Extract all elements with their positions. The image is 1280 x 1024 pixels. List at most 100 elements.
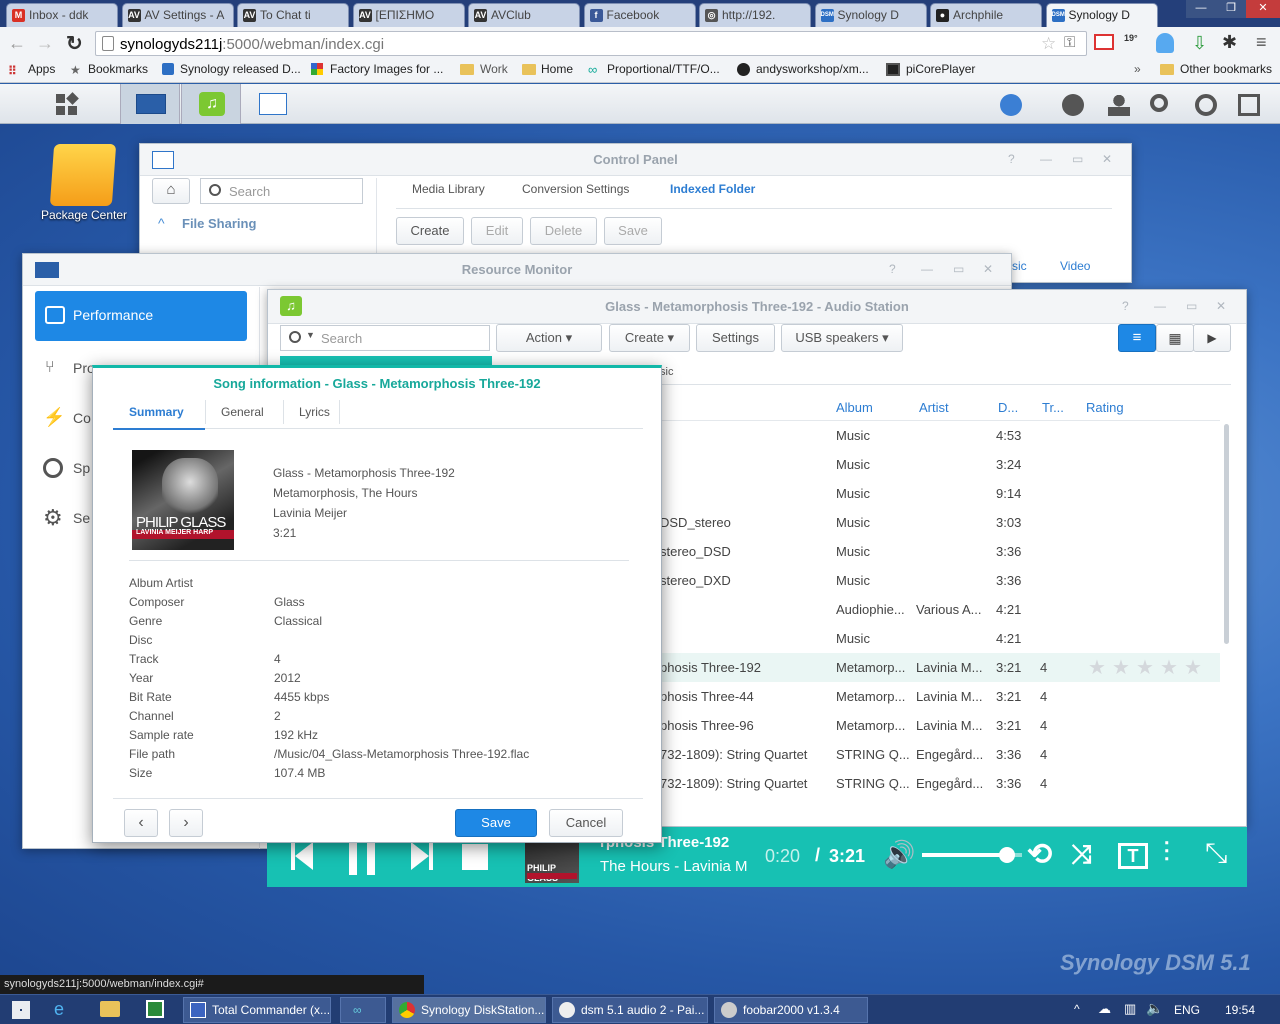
minimize-icon[interactable]: — (921, 262, 933, 276)
tab-media-library[interactable]: Media Library (412, 182, 485, 196)
search-icon[interactable] (1150, 94, 1168, 112)
menu-item-performance[interactable]: Performance (35, 291, 247, 341)
main-menu-button[interactable] (38, 84, 98, 124)
dashboard-icon[interactable] (1195, 94, 1217, 116)
table-row[interactable]: phosis Three-44 Metamorp... Lavinia M... 3:… (660, 682, 1220, 711)
language-indicator[interactable]: ENG (1174, 1003, 1200, 1017)
action-button[interactable]: Action ▾ (496, 324, 602, 352)
bookmark-proportional[interactable]: Proportional/TTF/O... (607, 62, 720, 76)
table-row[interactable]: Music 9:14 (660, 479, 1220, 508)
table-row[interactable]: DSD_stereo Music 3:03 (660, 508, 1220, 537)
browser-tab[interactable]: ◎ http://192. (699, 3, 811, 27)
next-song-button[interactable]: › (169, 809, 203, 837)
close-window-button[interactable]: ✕ (1246, 0, 1280, 18)
bookmark-home[interactable]: Home (541, 62, 573, 76)
taskbar-paint[interactable]: dsm 5.1 audio 2 - Pai... (552, 997, 708, 1023)
file-sharing-section[interactable]: File Sharing (182, 216, 256, 231)
clock[interactable]: 19:54 (1225, 1003, 1255, 1017)
home-button[interactable]: ⌂ (152, 178, 190, 204)
control-panel-search[interactable]: Search (200, 178, 363, 204)
table-row[interactable]: stereo_DXD Music 3:36 (660, 566, 1220, 595)
browser-tab[interactable]: AV To Chat ti (237, 3, 349, 27)
shuffle-icon[interactable]: ⤨ (1071, 839, 1092, 871)
lyrics-icon[interactable]: T (1118, 843, 1148, 869)
browser-tab[interactable]: DSM Synology D (814, 3, 927, 27)
help-icon[interactable]: ? (889, 262, 896, 276)
browser-tab[interactable]: ● Archphile (930, 3, 1042, 27)
close-icon[interactable]: ✕ (983, 262, 993, 276)
create-button[interactable]: Create (396, 217, 464, 245)
bookmark-picoreplayer[interactable]: piCorePlayer (906, 62, 975, 76)
tray-up-icon[interactable]: ^ (1074, 1002, 1080, 1016)
bookmark-synology[interactable]: Synology released D... (180, 62, 301, 76)
close-icon[interactable]: ✕ (1216, 299, 1226, 313)
start-icon[interactable] (12, 1001, 30, 1019)
chevron-up-icon[interactable]: ^ (158, 215, 165, 231)
rating-star-icon[interactable]: ★ (1184, 655, 1202, 680)
table-row[interactable]: phosis Three-192 Metamorp... Lavinia M... 3… (660, 653, 1220, 682)
back-icon[interactable]: ← (8, 33, 26, 54)
bookmark-bookmarks[interactable]: Bookmarks (88, 62, 148, 76)
tab-indexed-folder[interactable]: Indexed Folder (670, 182, 755, 196)
edit-button[interactable]: Edit (471, 217, 523, 245)
column-duration[interactable]: D... (998, 400, 1018, 415)
bookmark-andysworkshop[interactable]: andysworkshop/xm... (756, 62, 869, 76)
reload-icon[interactable]: ↻ (66, 31, 83, 56)
previous-song-button[interactable]: ‹ (124, 809, 158, 837)
bookmark-apps[interactable]: Apps (28, 62, 55, 76)
sync-icon[interactable] (1000, 94, 1022, 116)
tab-conversion-settings[interactable]: Conversion Settings (522, 182, 629, 196)
cancel-button[interactable]: Cancel (549, 809, 623, 837)
column-album[interactable]: Album (836, 400, 873, 415)
restore-button[interactable]: ❐ (1216, 0, 1246, 18)
browser-tab[interactable]: AV AV Settings - A (121, 3, 234, 27)
help-icon[interactable]: ? (1008, 152, 1015, 166)
repeat-icon[interactable]: ⟲ (1027, 837, 1052, 872)
address-bar[interactable]: synologyds211j:5000/webman/index.cgi ☆ ⚿ (95, 31, 1087, 56)
chat-icon[interactable] (1062, 94, 1084, 116)
column-track[interactable]: Tr... (1042, 400, 1064, 415)
bookmark-factory-images[interactable]: Factory Images for ... (330, 62, 443, 76)
minimize-icon[interactable]: — (1040, 152, 1052, 166)
volume-knob[interactable] (999, 847, 1015, 863)
rating-star-icon[interactable]: ★ (1112, 655, 1130, 680)
delete-button[interactable]: Delete (530, 217, 597, 245)
audio-search-input[interactable]: ▼ Search (280, 325, 490, 351)
table-row[interactable]: Music 3:24 (660, 450, 1220, 479)
table-row[interactable]: stereo_DSD Music 3:36 (660, 537, 1220, 566)
menu-icon[interactable]: ≡ (1256, 32, 1267, 53)
gmail-icon[interactable] (1094, 34, 1114, 50)
save-button[interactable]: Save (455, 809, 537, 837)
pause-button[interactable] (349, 839, 357, 875)
save-button[interactable]: Save (604, 217, 662, 245)
stop-button[interactable] (462, 844, 488, 870)
table-row[interactable]: phosis Three-96 Metamorp... Lavinia M... 3:… (660, 711, 1220, 740)
audio-station-taskbar-button[interactable]: ♫ (181, 84, 241, 124)
close-icon[interactable]: ✕ (1102, 152, 1112, 166)
speaker-icon[interactable]: 🔈 (1146, 1000, 1163, 1017)
list-view-button[interactable]: ≡ (1118, 324, 1156, 352)
rating-star-icon[interactable]: ★ (1136, 655, 1154, 680)
rating-star-icon[interactable]: ★ (1160, 655, 1178, 680)
cloud-icon[interactable]: ☁ (1098, 1001, 1111, 1017)
browser-tab[interactable]: f Facebook (583, 3, 696, 27)
table-row[interactable]: 732-1809): String Quartet STRING Q... Enge… (660, 740, 1220, 769)
help-icon[interactable]: ? (1122, 299, 1129, 313)
table-row[interactable]: Music 4:21 (660, 624, 1220, 653)
app-icon[interactable] (146, 1000, 164, 1018)
next-button[interactable] (411, 842, 433, 870)
table-row[interactable]: Music 4:53 (660, 421, 1220, 450)
widgets-icon[interactable] (1238, 94, 1260, 116)
maximize-icon[interactable]: ▭ (1072, 152, 1083, 166)
overflow-icon[interactable]: » (1134, 62, 1141, 76)
explorer-icon[interactable] (100, 1001, 120, 1017)
browser-tab[interactable]: M Inbox - ddk (6, 3, 118, 27)
bookmark-other[interactable]: Other bookmarks (1180, 62, 1272, 76)
column-rating[interactable]: Rating (1086, 400, 1124, 415)
tab-lyrics[interactable]: Lyrics (299, 405, 330, 419)
taskbar-chrome[interactable]: Synology DiskStation... (392, 997, 546, 1023)
equalizer-icon[interactable]: ⫶ (1163, 837, 1170, 870)
extension-icon[interactable]: ⚿ (1064, 34, 1075, 51)
minimize-button[interactable]: — (1186, 0, 1216, 18)
forward-icon[interactable]: → (36, 33, 54, 54)
